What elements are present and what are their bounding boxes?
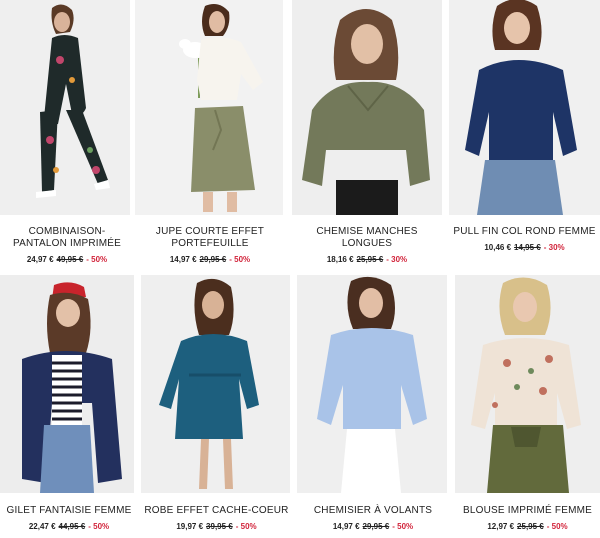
- sale-price: 24,97 €: [26, 255, 54, 264]
- discount-badge: - 50%: [88, 522, 110, 531]
- product-name[interactable]: CHEMISIER À VOLANTS: [297, 505, 449, 517]
- original-price: 25,95 €: [356, 255, 384, 264]
- sale-price: 19,97 €: [176, 522, 204, 531]
- product-card[interactable]: ROBE EFFET CACHE-COEUR 19,97 €39,95 € - 5…: [141, 275, 292, 538]
- discount-badge: - 50%: [235, 522, 257, 531]
- product-name[interactable]: COMBINAISON-PANTALON IMPRIMÉE: [0, 226, 134, 250]
- product-photo[interactable]: [297, 275, 447, 493]
- discount-badge: - 50%: [86, 255, 108, 264]
- discount-badge: - 30%: [543, 243, 565, 252]
- product-name[interactable]: PULL FIN COL ROND FEMME: [449, 226, 600, 238]
- original-price: 25,95 €: [517, 522, 544, 531]
- product-price: 22,47 €44,95 € - 50%: [0, 522, 138, 532]
- product-price: 10,46 €14,95 € - 30%: [449, 243, 600, 253]
- product-price: 24,97 €49,95 € - 50%: [0, 255, 134, 265]
- product-name[interactable]: JUPE COURTE EFFET PORTEFEUILLE: [135, 226, 285, 250]
- original-price: 49,95 €: [56, 255, 84, 264]
- product-price: 14,97 €29,95 € - 50%: [135, 255, 285, 265]
- product-price: 12,97 €25,95 € - 50%: [455, 522, 600, 532]
- product-price: 18,16 €25,95 € - 30%: [292, 255, 442, 265]
- sale-price: 22,47 €: [28, 522, 56, 531]
- product-card[interactable]: COMBINAISON-PANTALON IMPRIMÉE 24,97 €49,…: [0, 0, 134, 268]
- product-name[interactable]: ROBE EFFET CACHE-COEUR: [141, 505, 292, 517]
- product-name[interactable]: GILET FANTAISIE FEMME: [0, 505, 138, 517]
- product-photo[interactable]: [0, 275, 134, 493]
- sale-price: 10,46 €: [484, 243, 512, 252]
- original-price: 29,95 €: [199, 255, 227, 264]
- original-price: 39,95 €: [206, 522, 233, 531]
- original-price: 29,95 €: [362, 522, 390, 531]
- product-price: 14,97 €29,95 € - 50%: [297, 522, 449, 532]
- product-photo[interactable]: [141, 275, 290, 493]
- discount-badge: - 30%: [386, 255, 408, 264]
- discount-badge: - 50%: [546, 522, 568, 531]
- product-name[interactable]: CHEMISE MANCHES LONGUES: [292, 226, 442, 250]
- product-photo[interactable]: [0, 0, 130, 215]
- product-price: 19,97 €39,95 € - 50%: [141, 522, 292, 532]
- product-card[interactable]: PULL FIN COL ROND FEMME 10,46 €14,95 € - …: [449, 0, 600, 268]
- product-photo[interactable]: [292, 0, 442, 215]
- product-card[interactable]: CHEMISIER À VOLANTS 14,97 €29,95 € - 50%: [297, 275, 449, 538]
- discount-badge: - 50%: [392, 522, 414, 531]
- original-price: 44,95 €: [58, 522, 86, 531]
- original-price: 14,95 €: [514, 243, 541, 252]
- product-photo[interactable]: [455, 275, 600, 493]
- product-card[interactable]: GILET FANTAISIE FEMME 22,47 €44,95 € - 50…: [0, 275, 138, 538]
- sale-price: 14,97 €: [169, 255, 197, 264]
- sale-price: 12,97 €: [487, 522, 515, 531]
- sale-price: 18,16 €: [326, 255, 354, 264]
- product-card[interactable]: JUPE COURTE EFFET PORTEFEUILLE 14,97 €29…: [135, 0, 285, 268]
- sale-price: 14,97 €: [332, 522, 360, 531]
- discount-badge: - 50%: [229, 255, 251, 264]
- product-card[interactable]: CHEMISE MANCHES LONGUES 18,16 €25,95 € - …: [292, 0, 442, 268]
- product-photo[interactable]: [449, 0, 600, 215]
- product-photo[interactable]: [135, 0, 283, 215]
- product-name[interactable]: BLOUSE IMPRIMÉ FEMME: [455, 505, 600, 517]
- product-card[interactable]: BLOUSE IMPRIMÉ FEMME 12,97 €25,95 € - 50%: [455, 275, 600, 538]
